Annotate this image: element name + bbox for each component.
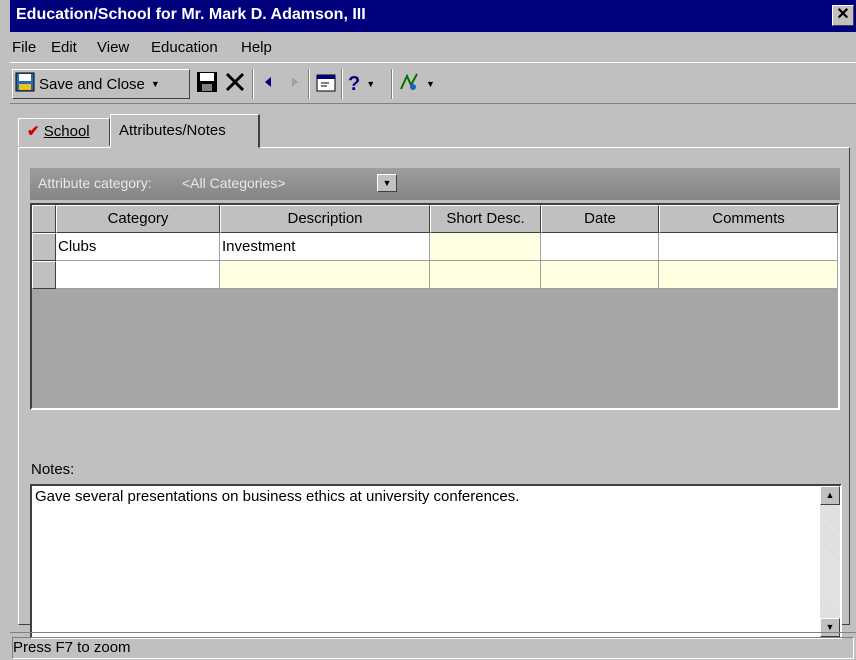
cell-description[interactable]: Investment — [220, 233, 430, 261]
notes-textarea[interactable]: Gave several presentations on business e… — [30, 484, 842, 639]
save-close-icon — [15, 72, 35, 96]
toolbar-separator — [252, 69, 254, 99]
tab-attributes-notes-label: Attributes/Notes — [119, 122, 226, 139]
chevron-down-icon[interactable]: ▼ — [377, 174, 397, 192]
cell-category[interactable]: Clubs — [56, 233, 220, 261]
delete-x-icon — [224, 71, 246, 97]
window-body: File Edit View Education Help Save and C… — [10, 32, 856, 660]
dropdown-arrow-icon[interactable]: ▼ — [366, 79, 375, 89]
row-selector[interactable] — [32, 233, 56, 261]
next-arrow-icon — [285, 73, 303, 95]
menu-view[interactable]: View — [97, 39, 129, 56]
checkmark-icon: ✔ — [27, 123, 40, 140]
previous-arrow-icon — [260, 73, 278, 95]
attributes-grid: Category Description Short Desc. Date Co… — [30, 203, 840, 410]
row-header-corner — [32, 205, 56, 233]
table-row: Clubs Investment — [32, 233, 838, 261]
arrow-up-icon: ▲ — [825, 490, 835, 500]
attribute-category-select[interactable]: <All Categories> — [182, 175, 286, 191]
scroll-up-button[interactable]: ▲ — [820, 486, 840, 505]
column-header-date[interactable]: Date — [541, 205, 659, 233]
tools-icon — [398, 71, 420, 97]
column-header-category[interactable]: Category — [56, 205, 220, 233]
cell-date[interactable] — [541, 233, 659, 261]
status-text: Press F7 to zoom — [12, 637, 854, 659]
column-header-comments[interactable]: Comments — [659, 205, 838, 233]
cell-category[interactable] — [56, 261, 220, 289]
toolbar: Save and Close ▼ ? ▼ ▼ — [10, 62, 856, 104]
help-button[interactable]: ? ▼ — [348, 69, 375, 99]
properties-icon — [315, 71, 337, 97]
column-header-description[interactable]: Description — [220, 205, 430, 233]
notes-scrollbar[interactable]: ▲ ▼ — [820, 486, 840, 637]
save-and-close-label: Save and Close — [39, 75, 145, 93]
attribute-category-bar: Attribute category: <All Categories> ▼ — [30, 168, 840, 200]
next-record-button[interactable] — [285, 69, 303, 99]
tools-button[interactable]: ▼ — [398, 69, 435, 99]
attributes-notes-panel: Attribute category: <All Categories> ▼ C… — [18, 147, 850, 639]
title-bar: Education/School for Mr. Mark D. Adamson… — [10, 0, 856, 32]
close-icon: ✕ — [836, 6, 850, 23]
menu-education[interactable]: Education — [151, 39, 218, 56]
grid-header-row: Category Description Short Desc. Date Co… — [32, 205, 838, 233]
cell-short-desc[interactable] — [430, 261, 541, 289]
previous-record-button[interactable] — [260, 69, 278, 99]
cell-date[interactable] — [541, 261, 659, 289]
row-selector[interactable] — [32, 261, 56, 289]
menu-file[interactable]: File — [12, 39, 36, 56]
save-button[interactable] — [196, 69, 218, 99]
dropdown-arrow-icon[interactable]: ▼ — [151, 79, 160, 89]
help-icon: ? — [348, 72, 361, 95]
save-and-close-button[interactable]: Save and Close ▼ — [12, 69, 190, 99]
table-row — [32, 261, 838, 289]
toolbar-separator — [308, 69, 310, 99]
tab-school-label: School — [43, 123, 90, 140]
toolbar-separator — [391, 69, 393, 99]
menu-bar: File Edit View Education Help — [10, 32, 856, 62]
attribute-category-label: Attribute category: — [38, 175, 152, 191]
save-disk-icon — [196, 71, 218, 97]
close-button[interactable]: ✕ — [832, 5, 854, 26]
window-title: Education/School for Mr. Mark D. Adamson… — [16, 6, 366, 23]
properties-button[interactable] — [315, 69, 337, 99]
cell-short-desc[interactable] — [430, 233, 541, 261]
toolbar-separator — [341, 69, 343, 99]
delete-button[interactable] — [224, 69, 246, 99]
menu-edit[interactable]: Edit — [51, 39, 77, 56]
column-header-short-desc[interactable]: Short Desc. — [430, 205, 541, 233]
menu-help[interactable]: Help — [241, 39, 272, 56]
dropdown-arrow-icon[interactable]: ▼ — [426, 79, 435, 89]
cell-description[interactable] — [220, 261, 430, 289]
tab-school[interactable]: ✔ School — [18, 118, 110, 146]
notes-text: Gave several presentations on business e… — [35, 488, 520, 505]
status-bar: Press F7 to zoom — [10, 632, 856, 660]
arrow-down-icon: ▼ — [825, 622, 835, 632]
tab-attributes-notes[interactable]: Attributes/Notes — [110, 114, 260, 148]
cell-comments[interactable] — [659, 261, 838, 289]
notes-label: Notes: — [31, 461, 75, 478]
cell-comments[interactable] — [659, 233, 838, 261]
